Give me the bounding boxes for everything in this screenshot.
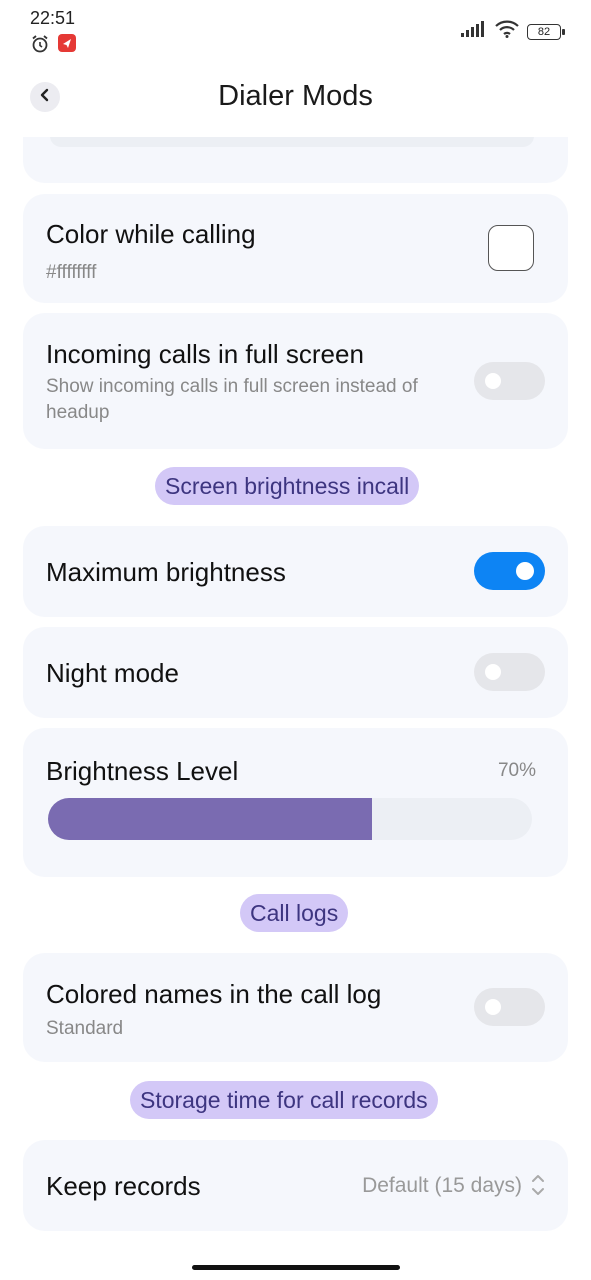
setting-title: Maximum brightness xyxy=(46,557,286,587)
signal-icon xyxy=(461,21,487,42)
setting-value: #ffffffff xyxy=(46,262,97,283)
setting-title: Night mode xyxy=(46,658,179,688)
toggle-knob xyxy=(485,373,501,389)
max-brightness-toggle[interactable] xyxy=(474,552,545,590)
section-header-storage: Storage time for call records xyxy=(130,1081,438,1119)
setting-max-brightness[interactable]: Maximum brightness xyxy=(23,526,568,617)
status-icons-left xyxy=(30,34,76,59)
brightness-value: 70% xyxy=(497,760,536,781)
setting-title: Color while calling xyxy=(46,219,256,249)
brightness-slider-fill xyxy=(48,798,373,840)
brightness-slider[interactable] xyxy=(48,798,532,840)
alarm-icon xyxy=(30,34,50,59)
section-header-call-logs: Call logs xyxy=(240,894,349,932)
setting-keep-records[interactable]: Keep records Default (15 days) xyxy=(23,1140,568,1231)
incoming-fullscreen-toggle[interactable] xyxy=(474,362,545,400)
page-title: Dialer Mods xyxy=(218,80,373,112)
home-indicator[interactable] xyxy=(192,1265,400,1270)
setting-night-mode[interactable]: Night mode xyxy=(23,627,568,718)
setting-subtitle-line2: headup xyxy=(46,402,110,423)
section-header-brightness: Screen brightness incall xyxy=(155,467,420,505)
setting-title: Incoming calls in full screen xyxy=(46,339,364,369)
setting-incoming-fullscreen[interactable]: Incoming calls in full screen Show incom… xyxy=(23,313,568,449)
chevron-up-down-icon xyxy=(530,1172,546,1203)
header: Dialer Mods xyxy=(0,72,591,124)
battery-icon: 82 xyxy=(527,23,565,40)
status-time: 22:51 xyxy=(30,8,76,28)
toggle-knob xyxy=(485,999,501,1015)
toggle-knob xyxy=(516,562,534,580)
color-swatch[interactable] xyxy=(488,225,534,271)
settings-list[interactable]: Color while calling #ffffffff Incoming c… xyxy=(0,137,591,1257)
partial-card xyxy=(23,137,568,183)
toggle-knob xyxy=(485,664,501,680)
wifi-icon xyxy=(495,20,519,43)
setting-title: Keep records xyxy=(46,1171,201,1201)
setting-title: Brightness Level xyxy=(46,756,239,786)
setting-title: Colored names in the call log xyxy=(46,979,382,1009)
status-bar: 22:51 82 xyxy=(0,0,591,60)
setting-brightness-level: Brightness Level 70% xyxy=(23,728,568,877)
setting-color-while-calling[interactable]: Color while calling #ffffffff xyxy=(23,194,568,303)
setting-subtitle: Standard xyxy=(46,1018,124,1039)
app-notification-icon xyxy=(58,34,76,59)
colored-names-toggle[interactable] xyxy=(474,988,545,1026)
status-icons-right: 82 xyxy=(461,20,565,43)
partial-slider-track xyxy=(50,137,534,147)
setting-subtitle: Show incoming calls in full screen inste… xyxy=(46,376,418,397)
keep-records-value: Default (15 days) xyxy=(362,1174,522,1197)
night-mode-toggle[interactable] xyxy=(474,653,545,691)
setting-colored-names[interactable]: Colored names in the call log Standard xyxy=(23,953,568,1062)
